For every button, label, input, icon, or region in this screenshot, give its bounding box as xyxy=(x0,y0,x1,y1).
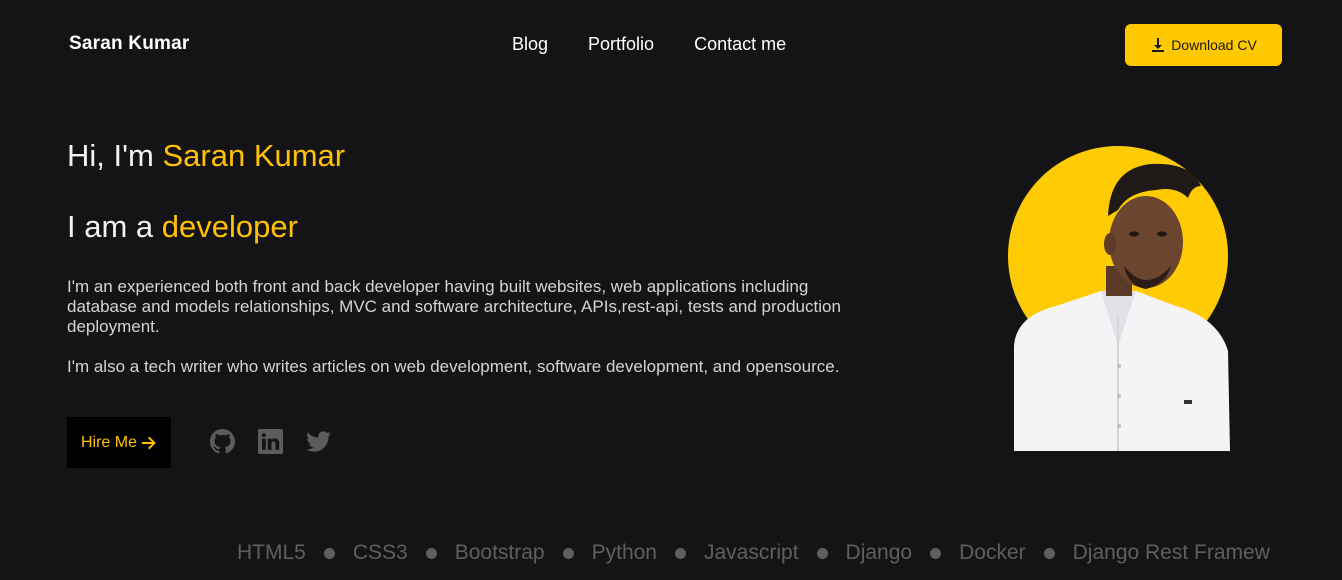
nav-blog[interactable]: Blog xyxy=(512,34,548,55)
hire-me-label: Hire Me xyxy=(80,433,137,451)
download-cv-label: Download CV xyxy=(1171,37,1257,53)
profile-photo xyxy=(1006,146,1232,452)
skill-separator-dot xyxy=(425,547,437,559)
greeting-heading: Hi, I'm Saran Kumar xyxy=(67,138,345,174)
github-icon xyxy=(210,429,235,454)
person-illustration xyxy=(1014,163,1230,451)
skill-separator-dot xyxy=(816,547,828,559)
skill-separator-dot xyxy=(675,547,686,559)
nav-contact[interactable]: Contact me xyxy=(694,34,786,55)
twitter-icon xyxy=(306,431,331,452)
greeting-prefix: Hi, I'm xyxy=(67,138,154,173)
download-icon xyxy=(1152,38,1165,52)
social-links xyxy=(210,429,331,454)
github-link[interactable] xyxy=(210,429,235,454)
linkedin-link[interactable] xyxy=(258,429,283,454)
linkedin-icon xyxy=(258,429,283,454)
nav-portfolio[interactable]: Portfolio xyxy=(588,34,654,55)
skill-item: Django Rest Framew xyxy=(1072,541,1270,565)
twitter-link[interactable] xyxy=(306,429,331,454)
skills-marquee: HTML5 CSS3 Bootstrap Python Javascript Django… xyxy=(237,541,1282,571)
hero-name: Saran Kumar xyxy=(162,138,346,173)
intro-paragraph: I'm an experienced both front and back d… xyxy=(67,277,841,336)
skill-item: Django xyxy=(845,541,913,565)
skill-item: CSS3 xyxy=(352,541,408,565)
skill-separator-dot xyxy=(562,547,574,559)
skill-separator-dot xyxy=(930,547,942,559)
skill-separator-dot xyxy=(1043,547,1055,559)
site-logo[interactable]: Saran Kumar xyxy=(69,33,189,55)
skill-item: Javascript xyxy=(704,541,799,565)
skill-item: Bootstrap xyxy=(454,541,545,565)
skill-item: Docker xyxy=(959,541,1026,565)
skill-item: Python xyxy=(591,541,657,565)
main-nav: Blog Portfolio Contact me xyxy=(512,34,786,55)
skill-separator-dot xyxy=(323,547,335,559)
skill-item: HTML5 xyxy=(237,541,306,565)
arrow-right-icon xyxy=(142,436,156,449)
writer-paragraph: I'm also a tech writer who writes articl… xyxy=(67,357,840,376)
download-cv-button[interactable]: Download CV xyxy=(1125,24,1282,66)
role-prefix: I am a xyxy=(67,209,154,244)
page: Saran Kumar Blog Portfolio Contact me Do… xyxy=(0,0,1342,580)
role-text: developer xyxy=(161,209,298,244)
role-heading: I am a developer xyxy=(67,209,298,245)
hire-me-button[interactable]: Hire Me xyxy=(67,417,171,468)
